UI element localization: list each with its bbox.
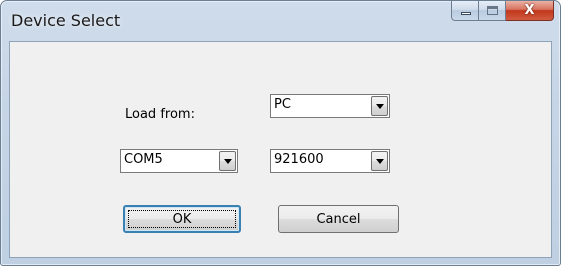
minimize-button[interactable] (451, 1, 479, 21)
window-title: Device Select (11, 11, 121, 30)
cancel-button-label: Cancel (316, 211, 361, 227)
baud-rate-value: 921600 (274, 152, 324, 167)
focus-rectangle (128, 210, 236, 228)
minimize-icon (461, 12, 471, 15)
dialog-client-area: Load from: PC COM5 921600 OK Cancel (9, 41, 552, 258)
port-select[interactable]: COM5 (120, 149, 238, 173)
caption-buttons: X (451, 1, 554, 21)
device-select-window: Device Select X Load from: PC COM5 92160… (0, 0, 561, 266)
chevron-down-icon[interactable] (371, 96, 388, 116)
maximize-icon (487, 6, 498, 15)
baud-rate-select[interactable]: 921600 (270, 149, 390, 173)
maximize-button (479, 1, 506, 21)
cancel-button[interactable]: Cancel (278, 205, 399, 233)
load-from-select[interactable]: PC (270, 94, 390, 118)
close-icon: X (524, 3, 535, 18)
load-from-label: Load from: (125, 107, 195, 122)
ok-button[interactable]: OK (123, 205, 241, 233)
chevron-down-icon[interactable] (219, 151, 236, 171)
close-button[interactable]: X (506, 1, 554, 21)
title-bar[interactable]: Device Select X (1, 1, 560, 41)
load-from-value: PC (274, 97, 291, 112)
chevron-down-icon[interactable] (371, 151, 388, 171)
port-value: COM5 (124, 152, 163, 167)
